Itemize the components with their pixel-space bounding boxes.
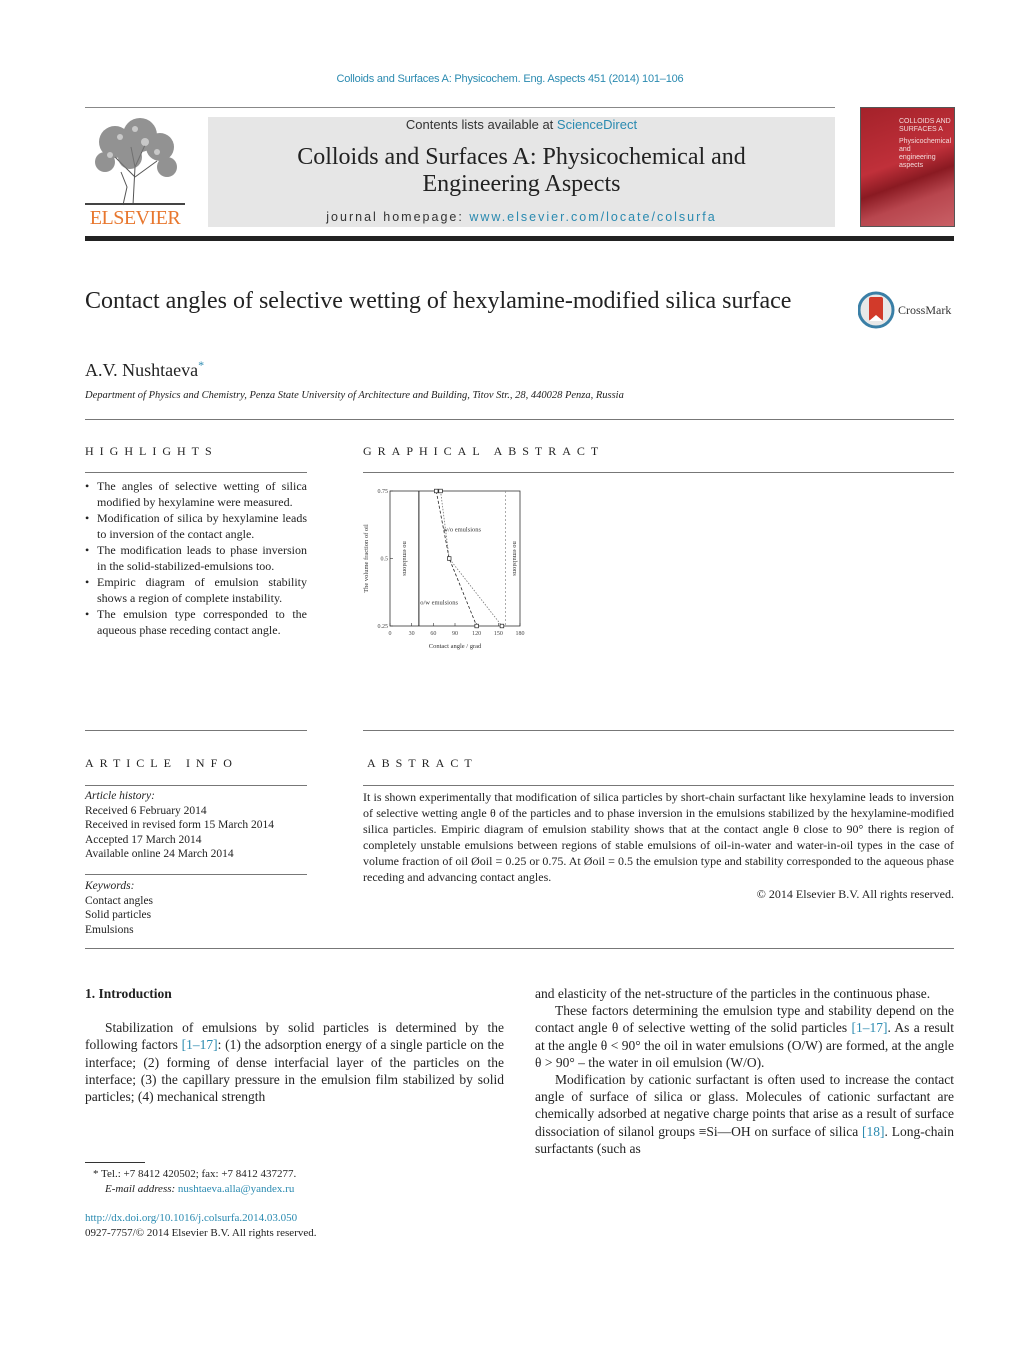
article-history: Article history: Received 6 February 201…	[85, 789, 307, 862]
author-footnote-mark[interactable]: *	[198, 358, 204, 372]
data-point	[499, 623, 505, 629]
y-tick-label: 0.5	[381, 557, 389, 563]
x-tick-label: 60	[430, 631, 436, 637]
keywords-rule	[85, 874, 307, 875]
affiliation: Department of Physics and Chemistry, Pen…	[85, 390, 624, 401]
x-tick-label: 30	[409, 631, 415, 637]
keywords-label: Keywords:	[85, 880, 135, 892]
affiliation-divider	[85, 419, 954, 420]
contents-prefix: Contents lists available at	[405, 117, 557, 132]
graphical-abstract-bottom-rule	[363, 730, 954, 731]
article-title: Contact angles of selective wetting of h…	[85, 288, 792, 314]
graphical-abstract-figure[interactable]: 0 30 60 90 120 150 180 0.25 0.5 0.75 w/o emulsions…	[360, 480, 540, 655]
abstract-heading: ABSTRACT	[367, 756, 478, 770]
data-point	[447, 556, 452, 561]
running-citation[interactable]: Colloids and Surfaces A: Physicochem. En…	[0, 73, 1020, 85]
article-info-heading: ARTICLE INFO	[85, 756, 238, 770]
citation-link[interactable]: [18]	[862, 1124, 885, 1139]
keyword: Contact angles	[85, 894, 154, 907]
y-tick-label: 0.75	[378, 489, 389, 495]
crossmark-icon	[858, 291, 895, 329]
intro-paragraph-3: Modification by cationic surfactant is o…	[535, 1072, 954, 1156]
x-tick-label: 0	[389, 631, 392, 637]
history-accepted: Accepted 17 March 2014	[85, 833, 202, 846]
x-axis-label: Contact angle / grad	[429, 643, 482, 650]
doi-block: http://dx.doi.org/10.1016/j.colsurfa.201…	[85, 1211, 317, 1241]
intro-paragraph-1-continued: and elasticity of the net-structure of t…	[535, 986, 931, 1001]
intro-paragraph-2: These factors determining the emulsion t…	[535, 1003, 954, 1070]
highlight-item: Empiric diagram of emulsion stability sh…	[85, 574, 307, 606]
front-matter-divider	[85, 948, 954, 949]
journal-cover-thumbnail[interactable]: COLLOIDS AND SURFACES A Physicochemical …	[860, 107, 955, 227]
body-right-column: and elasticity of the net-structure of t…	[535, 985, 954, 1157]
region-label: o/w emulsions	[420, 599, 458, 606]
email-label: E-mail address:	[105, 1183, 178, 1195]
issn-copyright: 0927-7757/© 2014 Elsevier B.V. All right…	[85, 1227, 317, 1239]
highlights-heading: HIGHLIGHTS	[85, 444, 218, 458]
doi-link[interactable]: http://dx.doi.org/10.1016/j.colsurfa.201…	[85, 1211, 317, 1226]
author-name: A.V. Nushtaeva	[85, 360, 199, 380]
graphical-abstract-heading: GRAPHICAL ABSTRACT	[363, 444, 605, 458]
journal-homepage: journal homepage: www.elsevier.com/locat…	[208, 210, 835, 224]
homepage-link[interactable]: www.elsevier.com/locate/colsurfa	[469, 210, 716, 224]
journal-title-line2: Engineering Aspects	[422, 171, 621, 197]
header-divider	[85, 107, 835, 108]
highlights-bottom-rule	[85, 730, 307, 731]
intro-paragraph-1: Stabilization of emulsions by solid part…	[85, 1020, 504, 1105]
history-received: Received 6 February 2014	[85, 804, 207, 817]
email-link[interactable]: nushtaeva.alla@yandex.ru	[178, 1183, 294, 1195]
highlight-item: The emulsion type corresponded to the aq…	[85, 606, 307, 638]
citation-link[interactable]: [1–17]	[851, 1020, 887, 1035]
history-label: Article history:	[85, 790, 155, 802]
x-tick-label: 90	[452, 631, 458, 637]
crossmark-badge[interactable]: CrossMark	[858, 291, 958, 331]
region-label: no emulsions	[511, 541, 518, 576]
journal-title: Colloids and Surfaces A: Physicochemical…	[208, 144, 835, 198]
abstract-body: It is shown experimentally that modifica…	[363, 789, 954, 902]
journal-title-line1: Colloids and Surfaces A: Physicochemical…	[297, 144, 746, 170]
body-left-column: 1. Introduction Stabilization of emulsio…	[85, 985, 504, 1105]
footnote: * Tel.: +7 8412 420502; fax: +7 8412 437…	[85, 1167, 385, 1197]
x-tick-label: 150	[494, 631, 503, 637]
data-point	[434, 488, 439, 494]
x-tick-label: 120	[472, 631, 481, 637]
article-info-rule	[85, 785, 307, 786]
highlights-list: The angles of selective wetting of silic…	[85, 478, 307, 638]
data-point	[474, 623, 479, 629]
sciencedirect-link[interactable]: ScienceDirect	[557, 117, 637, 132]
footnote-tel: * Tel.: +7 8412 420502; fax: +7 8412 437…	[93, 1168, 297, 1180]
history-online: Available online 24 March 2014	[85, 848, 234, 860]
y-tick-label: 0.25	[378, 624, 389, 630]
crossmark-label: CrossMark	[898, 303, 952, 317]
x-tick-label: 180	[516, 631, 525, 637]
elsevier-wordmark[interactable]: ELSEVIER	[85, 207, 185, 230]
keyword: Emulsions	[85, 923, 134, 936]
section-heading-introduction: 1. Introduction	[85, 986, 172, 1001]
abstract-copyright: © 2014 Elsevier B.V. All rights reserved…	[756, 887, 954, 901]
keywords-block: Keywords: Contact angles Solid particles…	[85, 879, 307, 937]
cover-text: COLLOIDS AND SURFACES A Physicochemical …	[899, 118, 952, 169]
region-label: no emulsions	[401, 541, 408, 576]
author-line: A.V. Nushtaeva*	[85, 358, 204, 381]
keyword: Solid particles	[85, 909, 152, 921]
highlight-item: The angles of selective wetting of silic…	[85, 478, 307, 510]
header-thick-rule	[85, 236, 954, 241]
y-axis-label: The volume fraction of oil	[363, 524, 370, 593]
abstract-text: It is shown experimentally that modifica…	[363, 790, 954, 884]
data-point	[438, 488, 443, 494]
highlight-item: The modification leads to phase inversio…	[85, 542, 307, 574]
abstract-rule	[363, 785, 954, 786]
contents-line: Contents lists available at ScienceDirec…	[208, 117, 835, 132]
highlights-rule	[85, 472, 307, 473]
footnote-rule	[85, 1162, 145, 1163]
graphical-abstract-rule	[363, 472, 954, 473]
stability-diagram: 0 30 60 90 120 150 180 0.25 0.5 0.75 w/o emulsions…	[363, 488, 525, 650]
history-revised: Received in revised form 15 March 2014	[85, 819, 275, 831]
region-label: w/o emulsions	[443, 527, 481, 534]
citation-link[interactable]: [1–17]	[182, 1037, 218, 1052]
journal-banner: Contents lists available at ScienceDirec…	[208, 117, 835, 227]
highlight-item: Modification of silica by hexylamine lea…	[85, 510, 307, 542]
homepage-prefix: journal homepage:	[326, 210, 470, 224]
